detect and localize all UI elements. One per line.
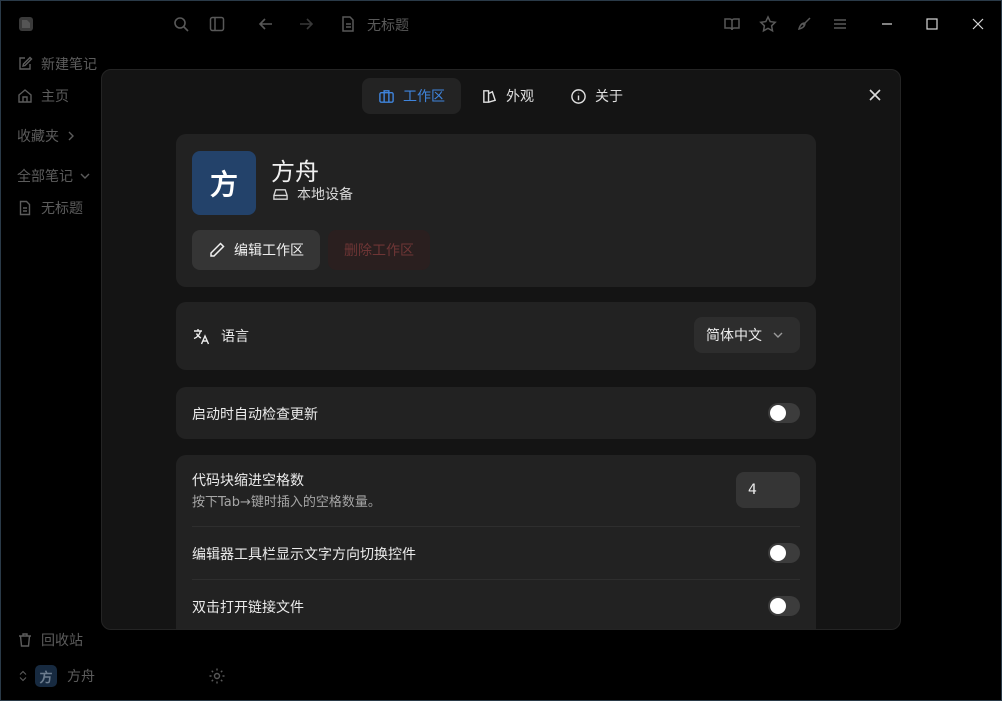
brush-icon[interactable] bbox=[793, 13, 815, 35]
app-logo-icon[interactable] bbox=[15, 13, 37, 35]
tab-appearance-label: 外观 bbox=[506, 89, 534, 105]
hard-drive-icon bbox=[273, 188, 288, 200]
sidebar-new-note[interactable]: 新建笔记 bbox=[17, 53, 97, 75]
settings-modal: 工作区 外观 关于 方 方舟 本地设备 编辑工作区 删除工作区 语言 简体中文 … bbox=[101, 69, 901, 630]
sidebar-trash[interactable]: 回收站 bbox=[17, 629, 83, 651]
code-indent-input[interactable] bbox=[736, 472, 800, 508]
chevron-updown-icon bbox=[19, 670, 27, 682]
menu-icon[interactable] bbox=[829, 13, 851, 35]
tab-workspace-label: 工作区 bbox=[403, 89, 445, 105]
reading-mode-icon[interactable] bbox=[721, 13, 743, 35]
language-select-value: 简体中文 bbox=[706, 328, 762, 344]
workspace-avatar: 方 bbox=[192, 151, 256, 215]
sidebar-all-notes-label: 全部笔记 bbox=[17, 169, 73, 185]
top-bar: 无标题 bbox=[1, 1, 1001, 47]
info-icon bbox=[571, 88, 586, 104]
maximize-icon[interactable] bbox=[921, 13, 943, 35]
delete-workspace-label: 删除工作区 bbox=[344, 243, 414, 259]
tab-appearance[interactable]: 外观 bbox=[465, 78, 550, 114]
forward-arrow-icon[interactable] bbox=[295, 13, 317, 35]
minimize-icon[interactable] bbox=[876, 13, 898, 35]
toggle-knob bbox=[770, 598, 786, 614]
divider bbox=[192, 579, 800, 580]
delete-workspace-button[interactable]: 删除工作区 bbox=[328, 230, 430, 270]
settings-gear-icon[interactable] bbox=[206, 665, 228, 687]
document-icon bbox=[19, 200, 31, 216]
sidebar-trash-label: 回收站 bbox=[41, 633, 83, 649]
sidebar-workspace-switcher[interactable]: 方 方舟 bbox=[17, 665, 95, 687]
trash-icon bbox=[19, 633, 31, 647]
back-arrow-icon[interactable] bbox=[255, 13, 277, 35]
auto-update-toggle[interactable] bbox=[768, 403, 800, 423]
settings-tabs: 工作区 外观 关于 bbox=[362, 78, 639, 114]
sidebar-note-untitled-label: 无标题 bbox=[41, 201, 83, 217]
workspace-card: 方 方舟 本地设备 编辑工作区 删除工作区 bbox=[176, 134, 816, 287]
pencil-icon bbox=[210, 242, 225, 257]
edit-workspace-label: 编辑工作区 bbox=[234, 243, 304, 259]
sidebar-new-note-label: 新建笔记 bbox=[41, 57, 97, 73]
document-icon bbox=[337, 13, 359, 35]
sidebar-favorites-group[interactable]: 收藏夹 bbox=[17, 125, 77, 147]
sidebar-home-label: 主页 bbox=[41, 89, 69, 105]
search-icon[interactable] bbox=[170, 13, 192, 35]
double-click-label: 双击打开链接文件 bbox=[192, 600, 304, 616]
sidebar-all-notes-group[interactable]: 全部笔记 bbox=[17, 165, 91, 187]
modal-close-icon[interactable] bbox=[864, 84, 886, 106]
home-icon bbox=[18, 89, 32, 103]
language-select[interactable]: 简体中文 bbox=[694, 317, 800, 353]
toggle-knob bbox=[770, 405, 786, 421]
window-close-icon[interactable] bbox=[967, 13, 989, 35]
workspace-avatar-small: 方 bbox=[35, 665, 57, 687]
tab-workspace[interactable]: 工作区 bbox=[362, 78, 461, 114]
text-direction-toggle[interactable] bbox=[768, 543, 800, 563]
tab-about-label: 关于 bbox=[595, 89, 623, 105]
palette-icon bbox=[483, 89, 497, 103]
edit-workspace-button[interactable]: 编辑工作区 bbox=[192, 230, 320, 270]
editor-settings-card: 代码块缩进空格数 按下Tab→键时插入的空格数量。 编辑器工具栏显示文字方向切换… bbox=[176, 455, 816, 629]
code-indent-description: 按下Tab→键时插入的空格数量。 bbox=[192, 495, 381, 510]
workspace-device-label: 本地设备 bbox=[297, 187, 353, 203]
chevron-right-icon bbox=[68, 131, 74, 141]
briefcase-icon bbox=[379, 89, 394, 103]
language-card: 语言 简体中文 bbox=[176, 302, 816, 370]
sidebar-toggle-icon[interactable] bbox=[206, 13, 228, 35]
tab-about[interactable]: 关于 bbox=[554, 78, 639, 114]
workspace-name: 方舟 bbox=[271, 158, 319, 186]
code-indent-label: 代码块缩进空格数 bbox=[192, 473, 304, 489]
star-icon[interactable] bbox=[757, 13, 779, 35]
divider bbox=[192, 526, 800, 527]
chevron-down-icon bbox=[80, 173, 90, 179]
new-note-icon bbox=[19, 56, 33, 70]
toggle-knob bbox=[770, 545, 786, 561]
double-click-toggle[interactable] bbox=[768, 596, 800, 616]
text-direction-label: 编辑器工具栏显示文字方向切换控件 bbox=[192, 547, 416, 563]
workspace-device: 本地设备 bbox=[272, 184, 353, 204]
workspace-name-small: 方舟 bbox=[67, 669, 95, 685]
sidebar-home[interactable]: 主页 bbox=[17, 85, 69, 107]
language-label: 语言 bbox=[221, 329, 249, 345]
chevron-down-icon bbox=[773, 332, 783, 338]
document-title: 无标题 bbox=[367, 18, 409, 34]
sidebar-favorites-label: 收藏夹 bbox=[17, 129, 59, 145]
auto-update-card: 启动时自动检查更新 bbox=[176, 387, 816, 439]
sidebar-note-untitled[interactable]: 无标题 bbox=[17, 197, 83, 219]
auto-update-label: 启动时自动检查更新 bbox=[192, 407, 318, 423]
translate-icon bbox=[193, 328, 210, 344]
language-row: 语言 bbox=[192, 326, 249, 346]
